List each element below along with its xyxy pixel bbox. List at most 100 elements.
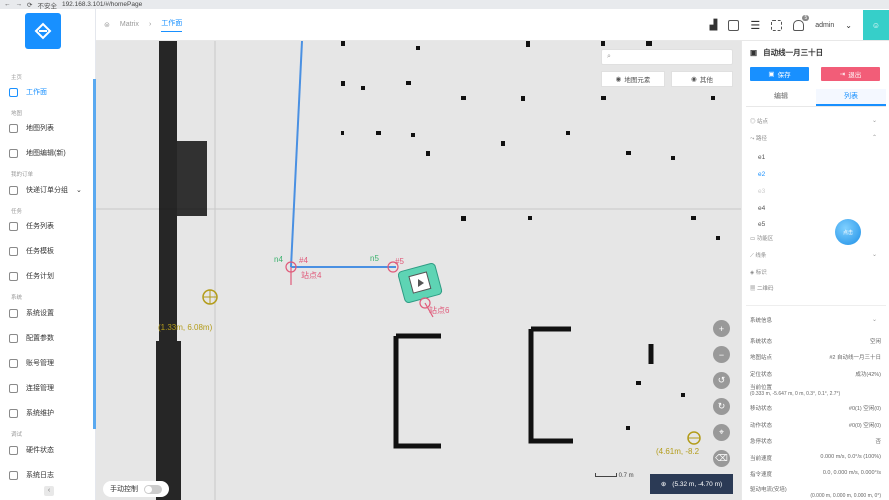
target-coord-left: (1.33m, 6.08m) — [158, 323, 213, 332]
status-value: #0(0) 空闲(0) — [848, 423, 881, 429]
map-search-input[interactable]: ⌕ — [601, 49, 733, 65]
group-areas[interactable]: ▭ 功能区 — [750, 234, 773, 242]
node-label-n5: n5 — [370, 254, 379, 263]
map-svg[interactable] — [96, 41, 741, 500]
sidebar-item-order-group[interactable]: 快递订单分组 ⌄ — [9, 183, 82, 197]
breadcrumb-separator: › — [148, 21, 152, 28]
sidebar-item-task-list[interactable]: 任务列表 — [9, 219, 54, 233]
sidebar-item-workspace[interactable]: 工作面 — [9, 85, 47, 99]
exit-button[interactable]: ⇥ 退出 — [821, 67, 880, 81]
status-value: (0.333 m, -5.647 m, 0 m, 0.3°, 0.1°, 2.7… — [750, 391, 841, 397]
breadcrumb-root[interactable]: Matrix — [120, 21, 139, 28]
station-icon: ◎ — [750, 119, 758, 125]
back-icon[interactable]: ← — [4, 1, 11, 8]
forward-icon[interactable]: → — [16, 1, 23, 8]
status-key: 当前位置 — [750, 385, 773, 391]
sidebar-item-task-plan[interactable]: 任务计划 — [9, 269, 54, 283]
top-header: ⊜ Matrix › 工作面 ▟ ☰ 5 admin ⌄ ☺ — [96, 9, 889, 41]
link-icon — [9, 383, 18, 393]
url-text[interactable]: 192.168.3.101/#/homePage — [62, 1, 142, 8]
station-label-4: 站点4 — [301, 271, 322, 280]
wrench-icon — [9, 408, 18, 418]
status-value: 空闲 — [869, 339, 881, 345]
locate-icon[interactable]: ⌖ — [713, 424, 730, 441]
robot-coordinates: ⊕ (5.32 m, -4.70 m) — [650, 474, 733, 494]
point-label-4: #4 — [299, 256, 308, 265]
sidebar-item-map-list[interactable]: 地图列表 — [9, 121, 54, 135]
sidebar-item-logs[interactable]: 系统日志 — [9, 468, 54, 482]
collapse-sidebar-button[interactable]: ‹ — [44, 486, 54, 496]
status-value: 否 — [875, 439, 881, 445]
sidebar-item-accounts[interactable]: 账号管理 — [9, 356, 54, 370]
sidebar-item-system-settings[interactable]: 系统设置 — [9, 306, 54, 320]
status-value: 0.0, 0.000 m/s, 0.000°/s — [822, 470, 881, 476]
battery-icon[interactable] — [728, 19, 740, 31]
group-paths[interactable]: ⤳ 路径 — [750, 134, 767, 143]
list-item-e1[interactable]: e1 — [758, 154, 765, 161]
robot-status-icon[interactable]: ☺ — [863, 10, 889, 40]
notification-badge: 5 — [802, 14, 810, 21]
list-item-e3[interactable]: e3 — [758, 188, 765, 195]
point-label-5: #5 — [395, 257, 404, 266]
qr-icon: ▦ — [750, 286, 758, 292]
sidebar-item-maintenance[interactable]: 系统维护 — [9, 406, 54, 420]
reload-icon[interactable]: ⟳ — [27, 1, 32, 9]
tab-list[interactable]: 列表 — [816, 89, 886, 106]
group-lines[interactable]: ⟋ 线条 — [750, 251, 766, 260]
chevron-down-icon[interactable]: ⌄ — [845, 21, 852, 30]
header-actions: ▟ ☰ 5 admin ⌄ ☺ — [710, 9, 889, 41]
rotate-left-icon[interactable]: ↺ — [713, 372, 730, 389]
notification-icon[interactable]: 5 — [793, 14, 810, 31]
group-marks[interactable]: ◈ 标识 — [750, 268, 767, 276]
status-key: 动作状态 — [750, 423, 773, 429]
nav-section-orders: 我的订单 — [11, 172, 34, 178]
chevron-up-icon[interactable]: ⌃ — [872, 134, 877, 141]
map-name-title: ▣ 自动线一月三十日 — [750, 48, 824, 57]
manual-control-toggle[interactable] — [144, 484, 162, 494]
tab-edit[interactable]: 编辑 — [746, 89, 816, 106]
list-item-e5[interactable]: e5 — [758, 221, 765, 228]
assistant-bubble[interactable]: 点击 — [835, 219, 861, 245]
status-key: 系统状态 — [750, 339, 773, 345]
manual-control-label: 手动控制 — [110, 486, 138, 493]
nav-section-debug: 调试 — [11, 432, 23, 438]
sidebar-item-task-template[interactable]: 任务模板 — [9, 244, 54, 258]
status-key: 地图站点 — [750, 355, 773, 361]
manual-control[interactable]: 手动控制 — [103, 481, 169, 497]
sidebar-item-map-edit[interactable]: 地图编辑(新) — [9, 146, 66, 160]
order-icon — [9, 185, 18, 195]
list-item-e2[interactable]: e2 — [758, 171, 765, 178]
config-icon — [9, 333, 18, 343]
breadcrumb: ⊜ Matrix › 工作面 — [104, 18, 183, 32]
settings-sliders-icon[interactable]: ☰ — [750, 19, 760, 32]
zoom-in-icon[interactable]: + — [713, 320, 730, 337]
map-other-button[interactable]: ◉ 其他 — [671, 71, 733, 87]
map-canvas[interactable]: n4 #4 站点4 n5 #5 站点6 (1.33m, 6.08m) (4.61… — [96, 41, 741, 500]
robot-marker[interactable] — [397, 263, 443, 304]
user-name[interactable]: admin — [815, 22, 834, 29]
sidebar-item-config[interactable]: 配置参数 — [9, 331, 54, 345]
plan-icon — [9, 271, 18, 281]
delete-icon[interactable]: ⌫ — [713, 450, 730, 467]
chevron-down-icon[interactable]: ⌄ — [872, 117, 877, 124]
map-edit-icon — [9, 148, 18, 158]
group-codes[interactable]: ▦ 二维码 — [750, 284, 774, 292]
list-item-e4[interactable]: e4 — [758, 205, 765, 212]
status-value: 0.000 m/s, 0.0°/s (100%) — [820, 454, 881, 460]
signal-icon[interactable]: ▟ — [710, 20, 718, 31]
zoom-out-icon[interactable]: − — [713, 346, 730, 363]
fullscreen-icon[interactable] — [771, 19, 783, 31]
save-button[interactable]: ▣ 保存 — [750, 67, 809, 81]
map-elements-button[interactable]: ◉ 地图元素 — [601, 71, 665, 87]
browser-address-bar: ← → ⟳ 不安全 192.168.3.101/#/homePage — [0, 0, 889, 10]
status-value: #0(1) 空闲(0) — [848, 406, 881, 412]
chevron-down-icon[interactable]: ⌄ — [872, 251, 877, 258]
sidebar-item-connections[interactable]: 连接管理 — [9, 381, 54, 395]
rotate-right-icon[interactable]: ↻ — [713, 398, 730, 415]
chevron-down-icon[interactable]: ⌄ — [872, 316, 877, 323]
status-key: 指令速度 — [750, 472, 773, 478]
group-stations[interactable]: ◎ 站点 — [750, 117, 768, 125]
sidebar-item-hardware[interactable]: 硬件状态 — [9, 443, 54, 457]
breadcrumb-current[interactable]: 工作面 — [161, 18, 183, 32]
node-label-n4: n4 — [274, 255, 283, 264]
